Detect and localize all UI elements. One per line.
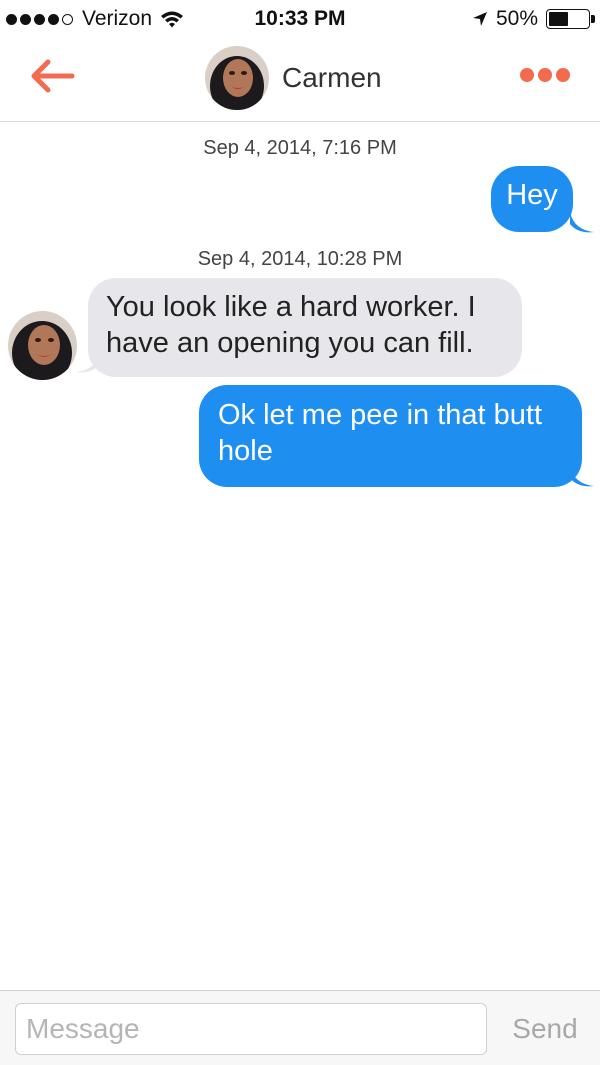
contact-avatar[interactable] (205, 46, 269, 110)
chat-header: Carmen (0, 40, 600, 122)
bubble-tail (570, 466, 594, 487)
message-composer: Send (0, 990, 600, 1065)
status-bar-right: 50% (472, 7, 595, 31)
battery-fill (549, 12, 568, 26)
outgoing-message-bubble[interactable]: Ok let me pee in that butt hole (199, 385, 582, 487)
back-arrow-icon[interactable] (26, 58, 76, 94)
sender-avatar[interactable] (8, 311, 77, 380)
more-dot-icon (538, 68, 552, 82)
bubble-tail (570, 212, 594, 233)
more-options-button[interactable] (516, 68, 570, 82)
outgoing-message-bubble[interactable]: Hey (491, 166, 573, 232)
battery-icon (546, 9, 595, 29)
message-text-line: hole (218, 435, 273, 467)
contact-profile[interactable]: Carmen (205, 46, 382, 110)
battery-percent: 50% (495, 7, 538, 30)
message-text-line: have an opening you can fill. (106, 327, 474, 359)
more-dot-icon (556, 68, 570, 82)
message-text: Hey (506, 179, 558, 211)
message-timestamp: Sep 4, 2014, 10:28 PM (197, 248, 403, 270)
message-text-line: You look like a hard worker. I (106, 291, 476, 323)
location-arrow-icon (472, 12, 487, 26)
status-bar: Verizon 10:33 PM 50% (0, 0, 600, 40)
battery-nub (591, 15, 595, 23)
message-timestamp: Sep 4, 2014, 7:16 PM (203, 137, 397, 159)
incoming-message-bubble[interactable]: You look like a hard worker. I have an o… (88, 278, 522, 377)
contact-name: Carmen (282, 62, 382, 93)
message-text-line: Ok let me pee in that butt (218, 399, 543, 431)
more-dot-icon (520, 68, 534, 82)
send-button[interactable]: Send (500, 1003, 590, 1055)
message-input[interactable] (15, 1003, 487, 1055)
